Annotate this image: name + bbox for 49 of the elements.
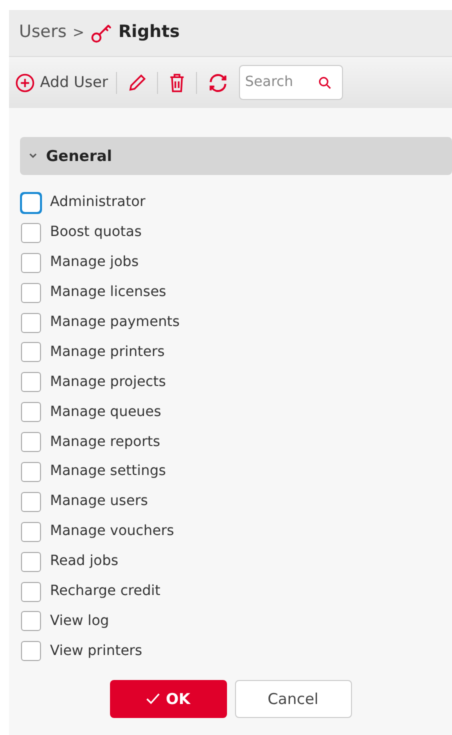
search-input[interactable]: Search <box>245 72 317 93</box>
checkbox[interactable] <box>21 582 41 602</box>
checkbox[interactable] <box>21 641 41 662</box>
checkbox[interactable] <box>21 252 41 273</box>
checkbox-label: Boost quotas <box>50 223 142 242</box>
checkbox[interactable] <box>21 611 41 632</box>
checkbox-label: Administrator <box>50 193 146 212</box>
checkbox-label: Manage printers <box>50 342 165 362</box>
checkbox-label: Manage reports <box>50 432 160 452</box>
checkbox-label: Manage users <box>50 492 148 512</box>
checkbox[interactable] <box>21 342 41 362</box>
refresh-icon <box>207 72 229 94</box>
add-user-button[interactable]: Add User <box>15 71 108 94</box>
section-title: General <box>46 146 112 167</box>
checkbox[interactable] <box>21 222 41 243</box>
checkbox-label: Manage queues <box>50 402 162 422</box>
checkbox-label: View printers <box>50 642 142 661</box>
search-field[interactable]: Search <box>239 65 343 100</box>
checkbox-label: Manage jobs <box>50 253 139 272</box>
checkbox-label: Read jobs <box>50 552 118 572</box>
checkbox-label: Manage settings <box>50 462 166 482</box>
pencil-icon <box>127 72 147 92</box>
checkbox-label: Manage payments <box>50 313 180 332</box>
trash-icon <box>168 72 186 92</box>
breadcrumb-separator: > <box>72 24 84 42</box>
checkbox-label: Manage vouchers <box>50 522 174 542</box>
section-header[interactable]: General <box>20 137 452 175</box>
checkbox-label: Manage projects <box>50 372 166 392</box>
checkbox[interactable] <box>21 522 41 542</box>
checkbox[interactable] <box>21 492 41 512</box>
checkbox-label: View log <box>50 612 110 631</box>
check-icon <box>146 693 160 705</box>
checkbox[interactable] <box>21 552 41 572</box>
checkbox[interactable] <box>21 432 41 452</box>
checkbox-label: Recharge credit <box>50 582 160 602</box>
checkbox[interactable] <box>21 312 41 332</box>
checkbox-label: Manage licenses <box>50 283 166 302</box>
key-icon <box>90 22 112 44</box>
page-title: Rights <box>118 21 180 44</box>
plus-circle-icon <box>15 72 35 92</box>
chevron-icon <box>28 151 38 161</box>
checkbox[interactable] <box>21 372 41 392</box>
checkbox[interactable] <box>21 462 41 482</box>
checkbox[interactable] <box>21 282 41 303</box>
ok-button[interactable]: OK <box>110 680 226 718</box>
breadcrumb-link[interactable]: Users <box>19 20 67 46</box>
search-icon <box>317 74 333 90</box>
cancel-button[interactable]: Cancel <box>234 680 352 718</box>
checkbox[interactable] <box>21 402 41 422</box>
